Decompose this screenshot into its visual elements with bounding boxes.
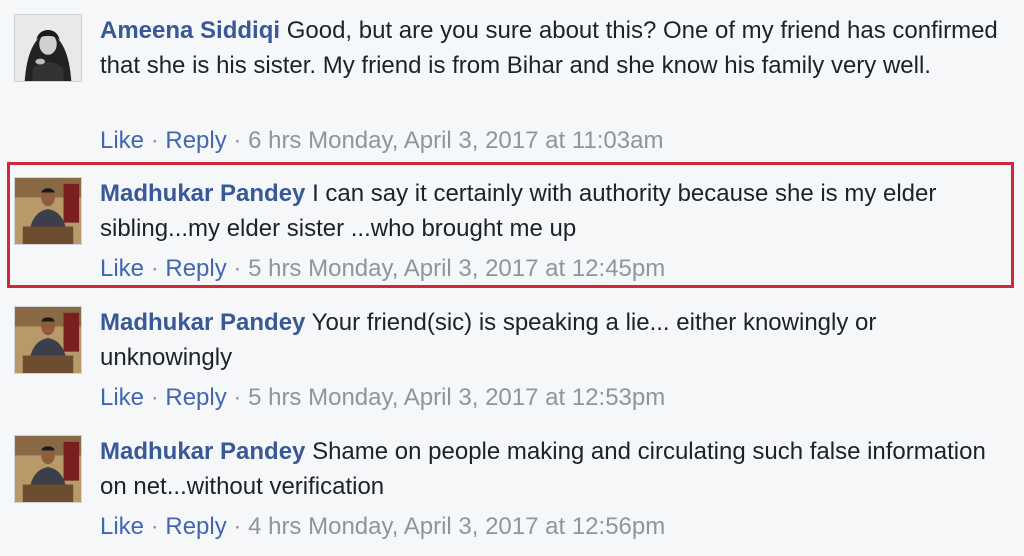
- comment-body: Madhukar Pandey I can say it certainly w…: [100, 176, 1004, 246]
- avatar-woman[interactable]: [14, 14, 82, 82]
- reply-link[interactable]: Reply: [165, 513, 226, 540]
- comment-actions: Like · Reply · 4 hrs Monday, April 3, 20…: [100, 512, 665, 542]
- profile-photo-man-icon: [15, 307, 81, 373]
- comment-author[interactable]: Ameena Siddiqi: [100, 17, 280, 44]
- avatar-man[interactable]: [14, 306, 82, 374]
- comment-actions: Like · Reply · 5 hrs Monday, April 3, 20…: [100, 254, 665, 284]
- separator: ·: [150, 127, 159, 154]
- separator: ·: [233, 384, 242, 411]
- comment-timestamp: Monday, April 3, 2017 at 12:56pm: [308, 513, 666, 540]
- comment-body: Madhukar Pandey Your friend(sic) is spea…: [100, 305, 1004, 375]
- separator: ·: [150, 513, 159, 540]
- avatar-man[interactable]: [14, 435, 82, 503]
- comment-actions: Like · Reply · 5 hrs Monday, April 3, 20…: [100, 383, 665, 413]
- reply-link[interactable]: Reply: [165, 127, 226, 154]
- like-link[interactable]: Like: [100, 384, 144, 411]
- profile-photo-man-icon: [15, 178, 81, 244]
- comment-timestamp: Monday, April 3, 2017 at 12:53pm: [308, 384, 666, 411]
- comment-body: Madhukar Pandey Shame on people making a…: [100, 434, 1004, 504]
- comment-timestamp: Monday, April 3, 2017 at 11:03am: [308, 127, 664, 154]
- separator: ·: [233, 255, 242, 282]
- like-link[interactable]: Like: [100, 127, 144, 154]
- reply-link[interactable]: Reply: [165, 255, 226, 282]
- separator: ·: [150, 255, 159, 282]
- like-link[interactable]: Like: [100, 255, 144, 282]
- profile-photo-man-icon: [15, 436, 81, 502]
- comment-age[interactable]: 4 hrs: [248, 513, 301, 540]
- comment-timestamp: Monday, April 3, 2017 at 12:45pm: [308, 255, 666, 282]
- separator: ·: [233, 127, 242, 154]
- profile-photo-woman-icon: [15, 15, 81, 81]
- separator: ·: [150, 384, 159, 411]
- comment-age[interactable]: 6 hrs: [248, 127, 301, 154]
- comment-body: Ameena Siddiqi Good, but are you sure ab…: [100, 13, 1004, 83]
- comment-author[interactable]: Madhukar Pandey: [100, 309, 305, 336]
- comment-age[interactable]: 5 hrs: [248, 255, 301, 282]
- separator: ·: [233, 513, 242, 540]
- comment-age[interactable]: 5 hrs: [248, 384, 301, 411]
- like-link[interactable]: Like: [100, 513, 144, 540]
- comment-actions: Like · Reply · 6 hrs Monday, April 3, 20…: [100, 126, 663, 156]
- avatar-man[interactable]: [14, 177, 82, 245]
- comment-author[interactable]: Madhukar Pandey: [100, 438, 305, 465]
- reply-link[interactable]: Reply: [165, 384, 226, 411]
- comment-author[interactable]: Madhukar Pandey: [100, 180, 305, 207]
